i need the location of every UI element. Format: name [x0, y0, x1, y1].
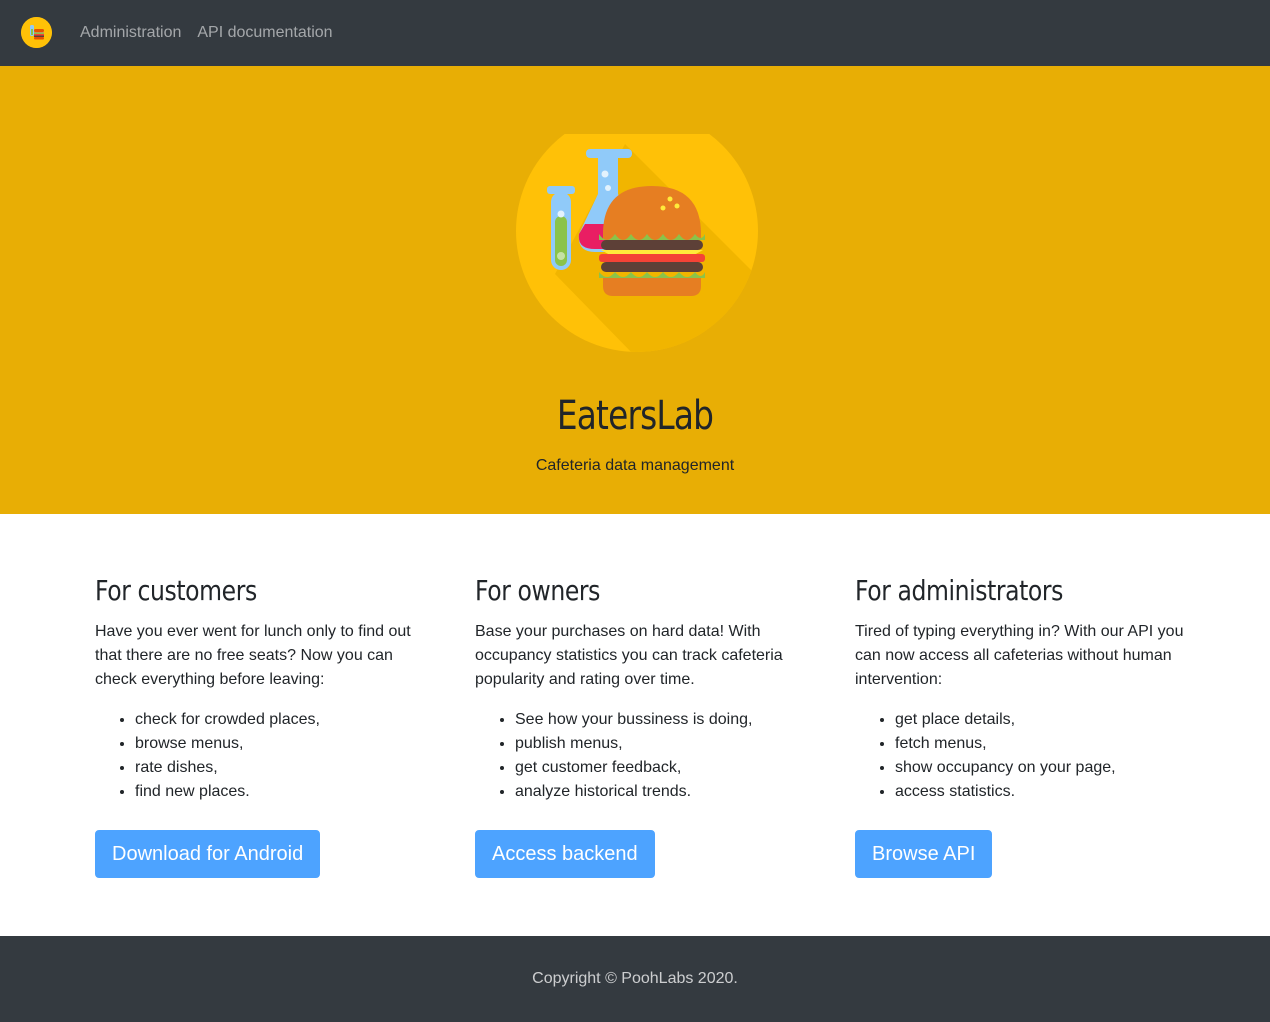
section-heading: For customers	[95, 574, 257, 607]
list-item: browse menus,	[135, 732, 425, 756]
eaterslab-logo-icon	[515, 110, 760, 356]
section-owners: For owners Base your purchases on hard d…	[475, 574, 805, 878]
page-subtitle: Cafeteria data management	[535, 457, 735, 474]
copyright-text: Copyright © PoohLabs 2020.	[532, 970, 738, 987]
list-item: show occupancy on your page,	[895, 756, 1185, 780]
hero-banner: EatersLab Cafeteria data management	[0, 66, 1270, 514]
list-item: find new places.	[135, 780, 425, 804]
nav-link-api-documentation[interactable]: API documentation	[197, 22, 332, 44]
list-item: publish menus,	[515, 732, 805, 756]
section-description: Base your purchases on hard data! With o…	[475, 623, 783, 688]
feature-list: See how your bussiness is doing, publish…	[475, 708, 805, 804]
nav-links: Administration API documentation	[80, 22, 349, 44]
download-android-button[interactable]: Download for Android	[95, 830, 321, 878]
feature-list: get place details, fetch menus, show occ…	[855, 708, 1185, 804]
nav-link-administration[interactable]: Administration	[80, 22, 181, 44]
list-item: check for crowded places,	[135, 708, 425, 732]
list-item: rate dishes,	[135, 756, 425, 780]
section-heading: For owners	[475, 574, 600, 607]
footer: Copyright © PoohLabs 2020.	[0, 936, 1270, 1022]
list-item: See how your bussiness is doing,	[515, 708, 805, 732]
section-administrators: For administrators Tired of typing every…	[855, 574, 1185, 878]
section-heading: For administrators	[855, 574, 1063, 607]
list-item: access statistics.	[895, 780, 1185, 804]
list-item: analyze historical trends.	[515, 780, 805, 804]
browse-api-button[interactable]: Browse API	[855, 830, 993, 878]
list-item: get customer feedback,	[515, 756, 805, 780]
section-customers: For customers Have you ever went for lun…	[95, 574, 425, 878]
feature-list: check for crowded places, browse menus, …	[95, 708, 425, 804]
list-item: get place details,	[895, 708, 1185, 732]
list-item: fetch menus,	[895, 732, 1185, 756]
section-description: Have you ever went for lunch only to fin…	[95, 623, 411, 688]
page-title: EatersLab	[556, 393, 714, 439]
top-navbar: Administration API documentation	[0, 0, 1270, 66]
section-description: Tired of typing everything in? With our …	[855, 623, 1184, 688]
brand-logo-icon[interactable]	[21, 17, 52, 48]
access-backend-button[interactable]: Access backend	[475, 830, 655, 878]
